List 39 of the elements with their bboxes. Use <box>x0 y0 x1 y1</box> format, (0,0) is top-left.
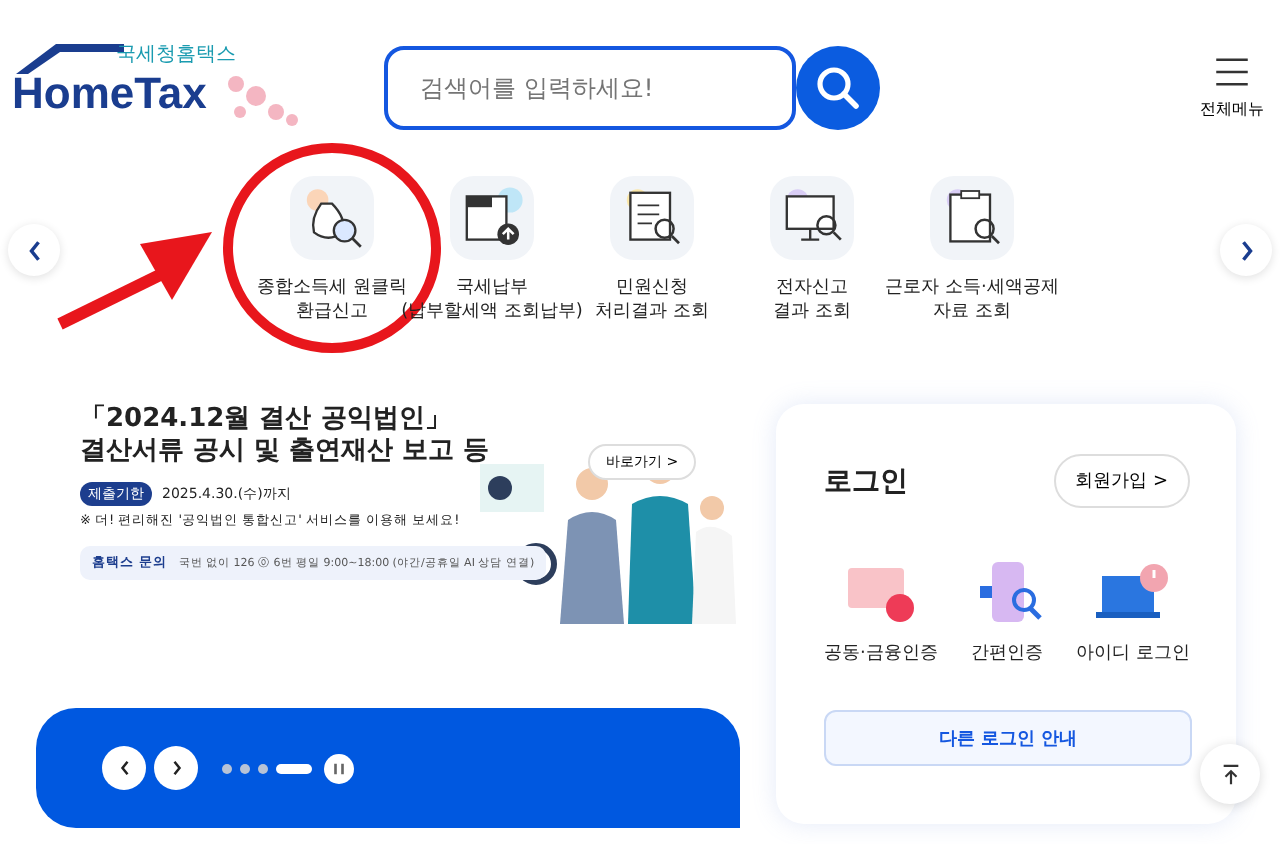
chevron-left-icon <box>119 760 129 776</box>
menu-icon <box>1214 57 1250 85</box>
signup-button[interactable]: 회원가입 > <box>1053 454 1190 508</box>
logo-subtitle: 국세청홈택스 <box>116 42 236 68</box>
search-button[interactable] <box>796 46 880 130</box>
service-icon <box>930 175 1014 260</box>
other-login-button[interactable]: 다른 로그인 안내 <box>824 710 1192 766</box>
login-method[interactable]: 공동·금융인증 <box>824 560 938 666</box>
service-icon <box>290 175 374 260</box>
service-icon <box>610 175 694 260</box>
pagination-dot[interactable] <box>222 763 232 773</box>
search-field[interactable]: 검색어를 입력하세요! <box>384 46 796 130</box>
pause-icon <box>332 761 346 775</box>
pause-button[interactable] <box>324 753 354 783</box>
login-method[interactable]: 간편인증 <box>967 560 1047 666</box>
next-button[interactable] <box>1220 224 1272 276</box>
service-icon <box>770 175 854 260</box>
service-label: 전자신고 결과 조회 <box>773 275 851 325</box>
service-icon <box>450 175 534 260</box>
pagination-dot[interactable] <box>240 763 250 773</box>
chevron-left-icon <box>27 239 41 261</box>
pagination-dot[interactable] <box>258 763 268 773</box>
chevron-right-icon <box>171 760 181 776</box>
arrow-up-icon <box>1219 763 1241 785</box>
scroll-to-top-button[interactable] <box>1200 744 1260 804</box>
hometax-logo[interactable]: 국세청홈택스 HomeTax <box>12 40 312 136</box>
chevron-right-icon <box>1239 239 1253 261</box>
service-label: 민원신청 처리결과 조회 <box>595 275 709 325</box>
search-icon <box>814 64 862 112</box>
next-slide-button[interactable] <box>154 746 198 790</box>
previous-slide-button[interactable] <box>102 746 146 790</box>
login-method[interactable]: 아이디 로그인 <box>1076 560 1190 666</box>
service-label: 근로자 소득·세액공제 자료 조회 <box>885 275 1059 325</box>
banner-title: 「2024.12월 결산 공익법인」 결산서류 공시 및 출연재산 보고 등 <box>80 404 490 469</box>
logo-title: HomeTax <box>12 68 207 120</box>
laptop-power-icon <box>1093 560 1174 624</box>
login-title: 로그인 <box>824 463 908 499</box>
previous-button[interactable] <box>8 224 60 276</box>
menu-button[interactable]: 전체메뉴 <box>1200 57 1264 119</box>
